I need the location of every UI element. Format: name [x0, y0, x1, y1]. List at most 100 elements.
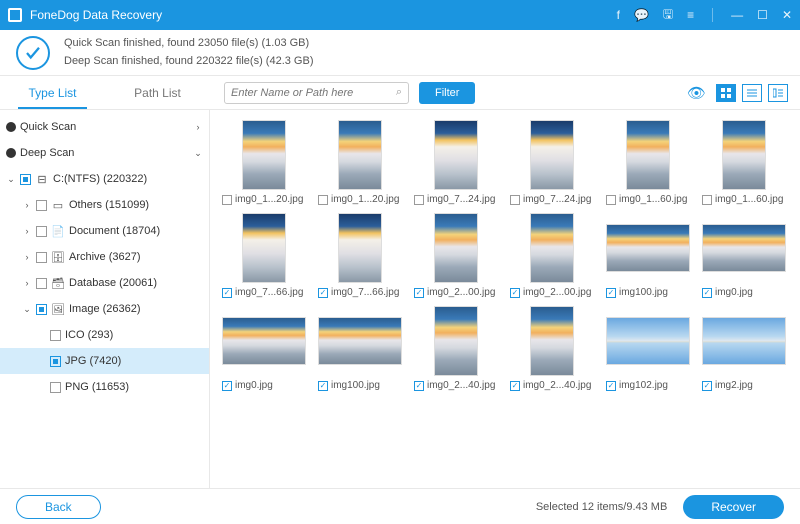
checkbox[interactable]	[36, 278, 47, 289]
checkbox[interactable]: ✓	[510, 288, 520, 298]
checkbox[interactable]	[20, 174, 31, 185]
thumbnail-item[interactable]: ✓img0_2...40.jpg	[414, 306, 498, 391]
checkbox[interactable]	[36, 304, 47, 315]
checkbox[interactable]: ✓	[414, 381, 424, 391]
thumbnail-item[interactable]: ✓img100.jpg	[606, 213, 690, 298]
tree-ico[interactable]: ICO (293)	[0, 322, 209, 348]
preview-icon[interactable]: 👁	[687, 84, 706, 102]
titlebar: FoneDog Data Recovery f 💬 🖫 ≡ — ☐ ✕	[0, 0, 800, 30]
checkbox[interactable]	[414, 195, 424, 205]
toolbar: Type List Path List ⌕ Filter 👁	[0, 76, 800, 110]
tree-png[interactable]: PNG (11653)	[0, 374, 209, 400]
checkbox[interactable]	[50, 356, 61, 367]
chevron-right-icon: ›	[22, 252, 32, 262]
checkbox[interactable]: ✓	[222, 288, 232, 298]
checkbox[interactable]	[318, 195, 328, 205]
footer: Back Selected 12 items/9.43 MB Recover	[0, 488, 800, 524]
thumbnail-item[interactable]: ✓img0_2...40.jpg	[510, 306, 594, 391]
tree-jpg[interactable]: JPG (7420)	[0, 348, 209, 374]
checkbox[interactable]: ✓	[510, 381, 520, 391]
app-title: FoneDog Data Recovery	[30, 8, 617, 22]
tree-others[interactable]: ›▭Others (151099)	[0, 192, 209, 218]
chevron-down-icon: ⌄	[6, 174, 16, 185]
checkbox[interactable]: ✓	[606, 381, 616, 391]
thumbnail-item[interactable]: ✓img0_7...66.jpg	[222, 213, 306, 298]
tree-quick-scan[interactable]: Quick Scan›	[0, 114, 209, 140]
search-icon[interactable]: ⌕	[396, 86, 402, 99]
thumbnail-item[interactable]: img0_1...60.jpg	[702, 120, 786, 205]
filename: img0_1...60.jpg	[619, 194, 690, 205]
thumbnail-item[interactable]: ✓img0_2...00.jpg	[414, 213, 498, 298]
thumbnail-item[interactable]: img0_1...20.jpg	[318, 120, 402, 205]
filename: img102.jpg	[619, 380, 690, 391]
filename: img0_2...40.jpg	[523, 380, 594, 391]
document-icon: 📄	[51, 224, 65, 238]
thumbnail-item[interactable]: ✓img0.jpg	[222, 306, 306, 391]
thumbnail-item[interactable]: img0_7...24.jpg	[414, 120, 498, 205]
recover-button[interactable]: Recover	[683, 495, 784, 519]
thumbnail-item[interactable]: ✓img0_2...00.jpg	[510, 213, 594, 298]
tab-type-list[interactable]: Type List	[0, 78, 105, 108]
label: Document (18704)	[69, 225, 160, 237]
feedback-icon[interactable]: 💬	[634, 8, 649, 22]
facebook-icon[interactable]: f	[617, 8, 620, 22]
thumbnail-item[interactable]: img0_1...20.jpg	[222, 120, 306, 205]
checkbox[interactable]	[50, 330, 61, 341]
save-icon[interactable]: 🖫	[663, 5, 673, 26]
view-detail-button[interactable]	[768, 84, 788, 102]
checkbox[interactable]	[222, 195, 232, 205]
status-bar: Quick Scan finished, found 23050 file(s)…	[0, 30, 800, 76]
filename: img0_1...20.jpg	[235, 194, 306, 205]
checkbox[interactable]	[36, 226, 47, 237]
thumbnail-item[interactable]: ✓img100.jpg	[318, 306, 402, 391]
checkbox[interactable]	[36, 252, 47, 263]
menu-icon[interactable]: ≡	[687, 8, 694, 22]
checkbox[interactable]: ✓	[606, 288, 616, 298]
label: Others (151099)	[69, 199, 149, 211]
tree-deep-scan[interactable]: Deep Scan⌄	[0, 140, 209, 166]
archive-icon: 🗄	[51, 250, 65, 264]
back-button[interactable]: Back	[16, 495, 101, 519]
search-input[interactable]	[231, 87, 396, 99]
tree-database[interactable]: ›🗃Database (20061)	[0, 270, 209, 296]
view-list-button[interactable]	[742, 84, 762, 102]
filename: img0_7...24.jpg	[523, 194, 594, 205]
minimize-icon[interactable]: —	[731, 8, 743, 22]
thumbnail-item[interactable]: img0_7...24.jpg	[510, 120, 594, 205]
checkbox[interactable]: ✓	[318, 381, 328, 391]
tab-path-list[interactable]: Path List	[105, 78, 210, 108]
view-grid-button[interactable]	[716, 84, 736, 102]
chevron-right-icon: ›	[22, 278, 32, 288]
thumbnail-item[interactable]: img0_1...60.jpg	[606, 120, 690, 205]
filter-button[interactable]: Filter	[419, 82, 475, 104]
chevron-down-icon: ⌄	[193, 148, 203, 159]
checkbox[interactable]	[510, 195, 520, 205]
checkbox[interactable]: ✓	[702, 288, 712, 298]
checkbox[interactable]	[50, 382, 61, 393]
thumbnail-item[interactable]: ✓img2.jpg	[702, 306, 786, 391]
checkbox[interactable]: ✓	[414, 288, 424, 298]
filename: img0_2...40.jpg	[427, 380, 498, 391]
label: ICO (293)	[65, 329, 113, 341]
tree-image[interactable]: ⌄🖼Image (26362)	[0, 296, 209, 322]
filename: img0_2...00.jpg	[523, 287, 594, 298]
checkbox[interactable]	[36, 200, 47, 211]
checkbox[interactable]	[606, 195, 616, 205]
tree-drive[interactable]: ⌄⊟C:(NTFS) (220322)	[0, 166, 209, 192]
tree-archive[interactable]: ›🗄Archive (3627)	[0, 244, 209, 270]
thumbnail-item[interactable]: ✓img102.jpg	[606, 306, 690, 391]
search-box[interactable]: ⌕	[224, 82, 409, 104]
thumbnail-item[interactable]: ✓img0_7...66.jpg	[318, 213, 402, 298]
maximize-icon[interactable]: ☐	[757, 8, 768, 22]
filename: img100.jpg	[619, 287, 690, 298]
thumbnail-item[interactable]: ✓img0.jpg	[702, 213, 786, 298]
tree-document[interactable]: ›📄Document (18704)	[0, 218, 209, 244]
checkbox[interactable]	[702, 195, 712, 205]
checkbox[interactable]: ✓	[702, 381, 712, 391]
drive-icon: ⊟	[35, 172, 49, 186]
deep-scan-status: Deep Scan finished, found 220322 file(s)…	[64, 53, 313, 71]
image-icon: 🖼	[51, 302, 65, 316]
checkbox[interactable]: ✓	[318, 288, 328, 298]
checkbox[interactable]: ✓	[222, 381, 232, 391]
close-icon[interactable]: ✕	[782, 8, 792, 22]
